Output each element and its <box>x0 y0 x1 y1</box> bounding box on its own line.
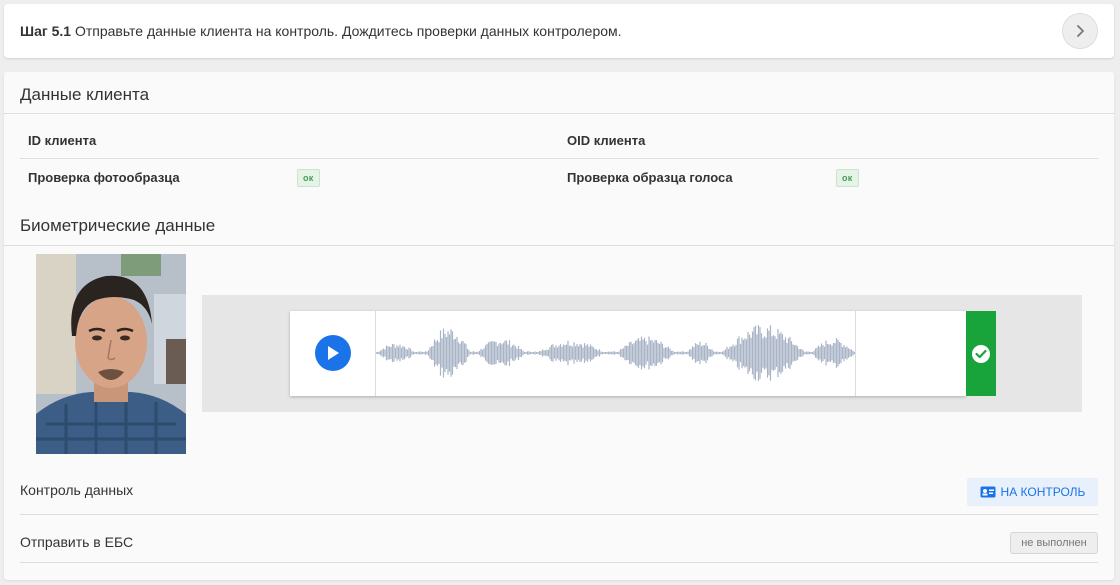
send-to-ebs-label: Отправить в ЕБС <box>20 534 134 550</box>
audio-waveform[interactable] <box>376 311 856 396</box>
step-number: Шаг 5.1 <box>20 23 72 39</box>
next-step-button[interactable] <box>1062 13 1098 49</box>
divider <box>4 113 1114 114</box>
client-id-label: ID клиента <box>28 133 97 148</box>
divider <box>20 514 1098 515</box>
send-to-control-button[interactable]: НА КОНТРОЛЬ <box>967 478 1098 506</box>
voice-verified-indicator <box>966 311 996 396</box>
data-control-label: Контроль данных <box>20 482 134 498</box>
voice-check-status-badge: ок <box>836 169 859 187</box>
client-oid-label: OID клиента <box>567 133 646 148</box>
divider <box>855 311 856 396</box>
send-to-control-label: НА КОНТРОЛЬ <box>1000 485 1086 499</box>
play-button[interactable] <box>315 335 351 371</box>
voice-check-label: Проверка образца голоса <box>567 170 733 185</box>
chevron-right-icon <box>1077 25 1084 37</box>
divider <box>20 562 1098 563</box>
divider <box>4 245 1114 246</box>
photo-check-label: Проверка фотообразца <box>28 170 180 185</box>
check-circle-icon <box>972 344 990 363</box>
biometrics-title: Биометрические данные <box>20 216 216 235</box>
play-icon <box>328 346 339 360</box>
step-instruction: Шаг 5.1 Отправьте данные клиента на конт… <box>20 23 622 39</box>
voice-sample-player <box>290 311 966 396</box>
waveform-path <box>376 325 856 381</box>
step-text: Отправьте данные клиента на контроль. До… <box>74 23 622 39</box>
client-panel: Данные клиента ID клиента OID клиента Пр… <box>4 72 1114 580</box>
divider <box>20 158 1098 159</box>
step-bar: Шаг 5.1 Отправьте данные клиента на конт… <box>4 4 1114 58</box>
client-data-title: Данные клиента <box>20 85 150 104</box>
id-card-icon <box>980 486 996 498</box>
ebs-status-badge: не выполнен <box>1010 532 1098 554</box>
client-photo <box>36 254 186 454</box>
photo-check-status-badge: ок <box>297 169 320 187</box>
